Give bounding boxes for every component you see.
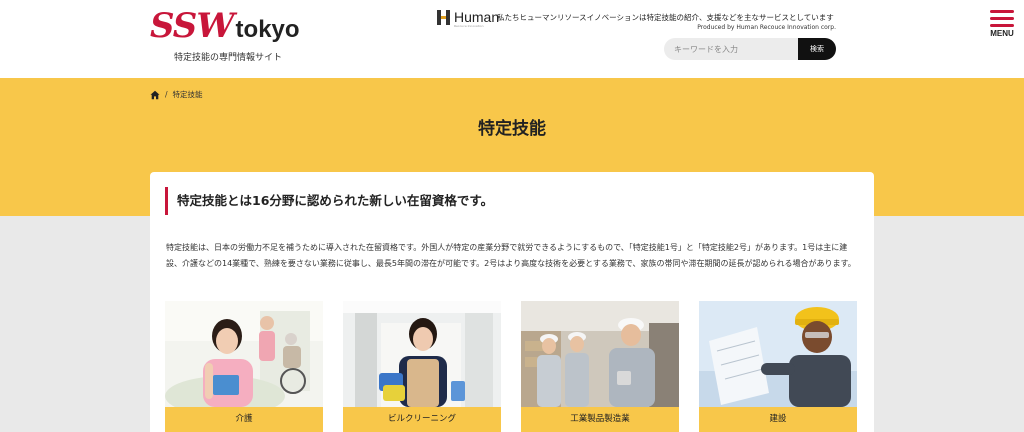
field-label: 介護 <box>165 407 323 432</box>
field-photo-kaigo <box>165 301 323 407</box>
logo-tokyo-text: tokyo <box>235 16 300 43</box>
field-card-manufacturing[interactable]: 工業製品製造業 <box>521 301 679 432</box>
menu-label: MENU <box>990 29 1014 38</box>
page-title: 特定技能 <box>478 119 546 139</box>
company-logo-sub: Recouce Innovation <box>454 24 484 28</box>
section-body: 特定技能は、日本の労働力不足を補うために導入された在留資格です。外国人が特定の産… <box>166 243 856 268</box>
company-logo-mark-icon <box>437 10 451 25</box>
breadcrumb-current: 特定技能 <box>172 90 203 99</box>
field-card-construction[interactable]: 建設 <box>699 301 857 432</box>
logo-tagline: 特定技能の専門情報サイト <box>174 53 283 63</box>
field-card-building-cleaning[interactable]: ビルクリーニング <box>343 301 501 432</box>
field-label: 建設 <box>699 407 857 432</box>
search-button[interactable]: 検索 <box>798 38 836 60</box>
home-icon[interactable] <box>150 90 160 100</box>
content-card: 特定技能とは16分野に認められた新しい在留資格です。 特定技能は、日本の労働力不… <box>150 172 874 432</box>
field-label: ビルクリーニング <box>343 407 501 432</box>
site-header: SSWtokyo 特定技能の専門情報サイト Human Recouce Inno… <box>0 0 1024 78</box>
company-logo[interactable]: Human Recouce Innovation <box>437 9 499 29</box>
field-card-kaigo[interactable]: 介護 <box>165 301 323 432</box>
field-photo-building-cleaning <box>343 301 501 407</box>
search-form: 検索 <box>664 38 836 60</box>
breadcrumb-separator: / <box>165 90 168 99</box>
logo-ssw-text: SSW <box>150 6 235 46</box>
company-logo-text: Human <box>454 9 500 25</box>
section-heading: 特定技能とは16分野に認められた新しい在留資格です。 <box>165 187 493 215</box>
header-description: 私たちヒューマンリソースイノベーションは特定技能の紹介、支援などを主なサービスと… <box>497 13 834 22</box>
site-logo[interactable]: SSWtokyo 特定技能の専門情報サイト <box>150 6 300 63</box>
header-produced-by: Produced by Human Recouce Innovation cor… <box>697 24 836 31</box>
field-label: 工業製品製造業 <box>521 407 679 432</box>
field-grid: 介護 ビルクリーニング 工業製品製造業 建設 <box>165 301 857 432</box>
hamburger-icon <box>990 8 1014 28</box>
search-input[interactable] <box>664 38 800 60</box>
breadcrumb: / 特定技能 <box>150 89 203 100</box>
field-photo-manufacturing <box>521 301 679 407</box>
menu-button[interactable]: MENU <box>984 8 1020 40</box>
field-photo-construction <box>699 301 857 407</box>
